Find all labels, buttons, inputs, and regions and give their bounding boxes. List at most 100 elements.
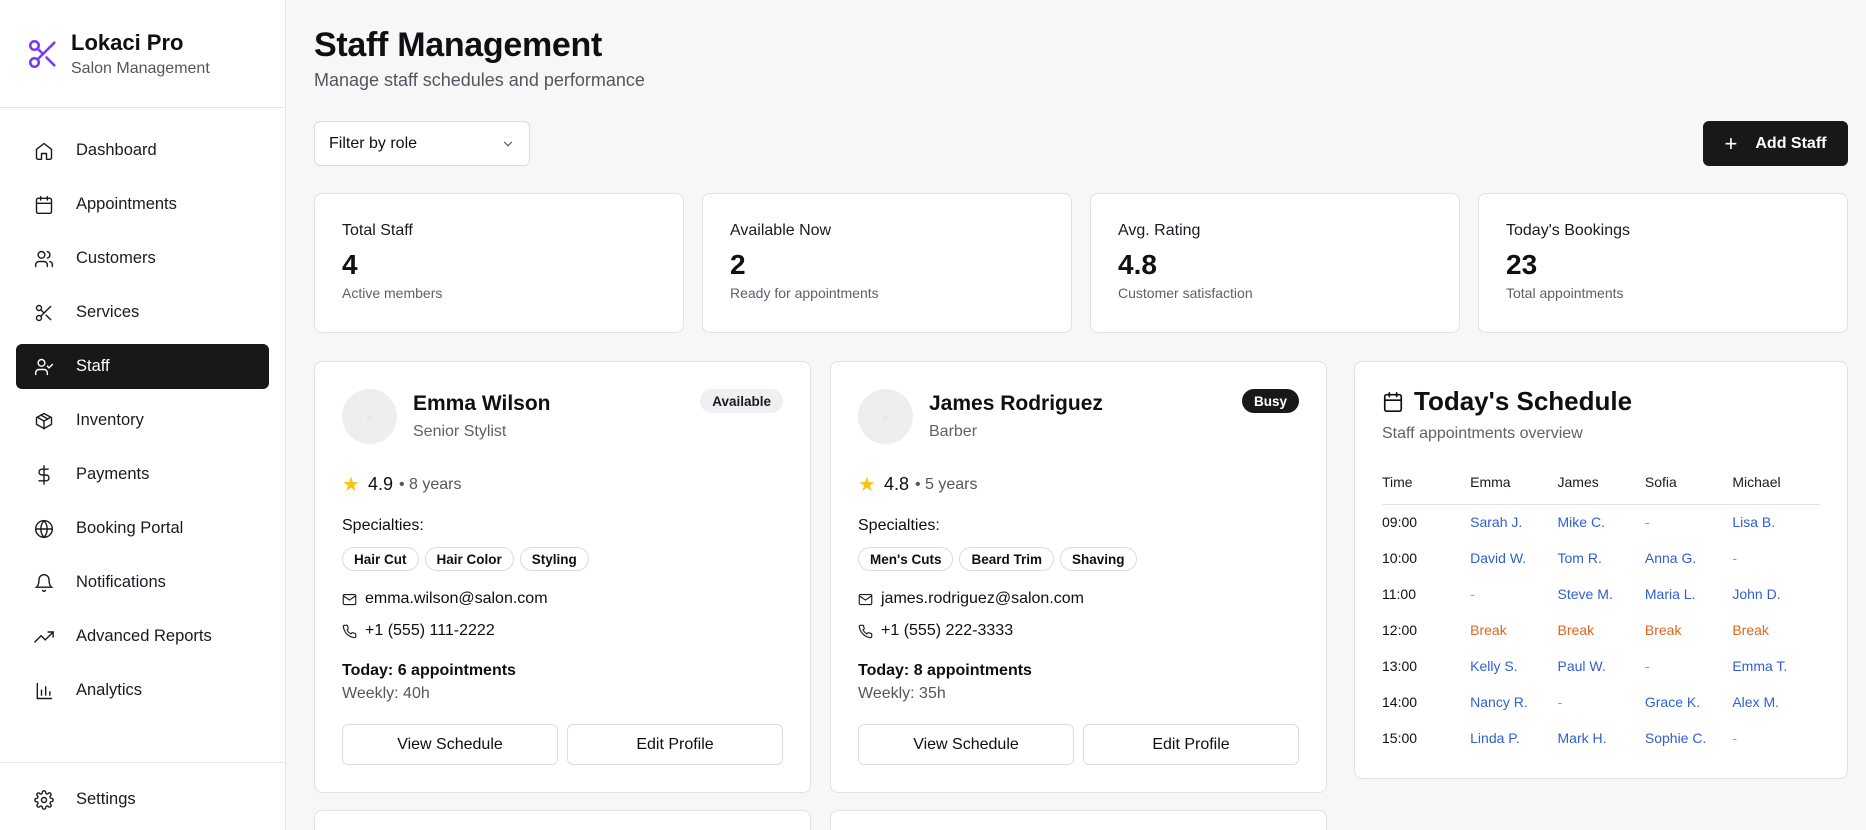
nav-label: Staff xyxy=(76,357,110,375)
nav-label: Settings xyxy=(76,790,136,808)
edit-profile-button[interactable]: Edit Profile xyxy=(1083,724,1299,765)
weekly-hours: Weekly: 40h xyxy=(342,685,430,702)
empty-slot: - xyxy=(1732,550,1738,566)
brand-subtitle: Salon Management xyxy=(71,59,210,77)
appointment-slot[interactable]: Alex M. xyxy=(1732,684,1820,720)
view-schedule-button[interactable]: View Schedule xyxy=(858,724,1074,765)
column-header: Time xyxy=(1382,472,1471,505)
stat-value: 2 xyxy=(730,249,746,280)
users-icon xyxy=(34,250,54,267)
email-text: james.rodriguez@salon.com xyxy=(881,590,1084,607)
appointment-slot[interactable]: Nancy R. xyxy=(1470,684,1557,720)
stat-value: 4.8 xyxy=(1118,249,1157,280)
appointment-slot[interactable]: John D. xyxy=(1732,576,1820,612)
stat-card-total-staff: Total Staff 4 Active members xyxy=(314,193,684,333)
nav-item-inventory[interactable]: Inventory xyxy=(16,398,269,443)
bell-icon xyxy=(34,573,54,592)
schedule-subtitle: Staff appointments overview xyxy=(1382,425,1583,442)
appointment-slot[interactable]: Sarah J. xyxy=(1470,504,1557,540)
empty-slot: - xyxy=(1470,586,1475,602)
nav-item-advanced-reports[interactable]: Advanced Reports xyxy=(16,614,269,659)
nav-item-staff[interactable]: Staff xyxy=(16,344,269,389)
appointment-slot[interactable]: Kelly S. xyxy=(1470,648,1557,684)
sidebar-footer: Settings xyxy=(0,762,285,830)
staff-phone: +1 (555) 222-3333 xyxy=(858,622,1013,640)
time-cell: 10:00 xyxy=(1382,550,1418,566)
nav-item-services[interactable]: Services xyxy=(16,290,269,335)
nav-label: Dashboard xyxy=(76,141,157,159)
appointment-slot[interactable]: Sophie C. xyxy=(1645,720,1732,756)
brand[interactable]: Lokaci Pro Salon Management xyxy=(0,0,285,108)
rating-value: 4.8 xyxy=(883,474,909,494)
filter-label: Filter by role xyxy=(329,134,418,152)
main-nav: Dashboard Appointments Customers Service… xyxy=(0,108,285,713)
appointment-slot[interactable]: Anna G. xyxy=(1645,540,1732,576)
nav-item-appointments[interactable]: Appointments xyxy=(16,182,269,227)
stat-note: Total appointments xyxy=(1506,285,1624,301)
phone-text: +1 (555) 111-2222 xyxy=(365,622,495,639)
nav-item-customers[interactable]: Customers xyxy=(16,236,269,281)
plus-icon: + xyxy=(1724,130,1738,156)
appointment-slot[interactable]: Tom R. xyxy=(1558,540,1645,576)
sidebar: Lokaci Pro Salon Management Dashboard Ap… xyxy=(0,0,286,830)
appointment-slot[interactable]: Mark H. xyxy=(1558,720,1645,756)
specialties-list: Men's Cuts Beard Trim Shaving xyxy=(858,547,1137,571)
time-cell: 15:00 xyxy=(1382,730,1418,746)
time-cell: 11:00 xyxy=(1382,586,1416,602)
nav-label: Advanced Reports xyxy=(76,627,212,645)
appointment-slot[interactable]: Steve M. xyxy=(1558,576,1645,612)
nav-label: Customers xyxy=(76,249,156,267)
todays-schedule-card: Today's Schedule Staff appointments over… xyxy=(1354,361,1848,779)
nav-label: Services xyxy=(76,303,140,321)
stat-note: Customer satisfaction xyxy=(1118,285,1253,301)
role-filter-select[interactable]: Filter by role xyxy=(314,121,530,166)
calendar-icon xyxy=(35,195,53,214)
empty-slot: - xyxy=(1644,514,1650,531)
appointment-slot[interactable]: Mike C. xyxy=(1558,504,1645,540)
table-row: 14:00 Nancy R. - Grace K. Alex M. xyxy=(1382,684,1820,720)
brand-title: Lokaci Pro xyxy=(71,29,184,55)
stat-label: Today's Bookings xyxy=(1506,222,1631,239)
star-icon: ★ xyxy=(858,474,876,496)
edit-profile-button[interactable]: Edit Profile xyxy=(567,724,783,765)
specialties-label: Specialties: xyxy=(858,517,940,534)
phone-icon xyxy=(858,624,873,638)
column-header: James xyxy=(1557,472,1645,505)
view-schedule-button[interactable]: View Schedule xyxy=(342,724,558,765)
specialty-tag: Shaving xyxy=(1060,547,1137,571)
time-cell: 14:00 xyxy=(1382,694,1418,710)
staff-card-partial xyxy=(314,810,811,830)
schedule-title: Today's Schedule xyxy=(1382,386,1632,417)
globe-icon xyxy=(34,519,54,538)
appointment-slot[interactable]: Paul W. xyxy=(1558,648,1645,684)
staff-email: emma.wilson@salon.com xyxy=(342,590,548,608)
time-cell: 09:00 xyxy=(1382,514,1418,531)
nav-label: Appointments xyxy=(76,195,177,213)
appointment-slot[interactable]: Emma T. xyxy=(1732,648,1820,684)
appointment-slot[interactable]: Linda P. xyxy=(1470,720,1557,756)
nav-item-analytics[interactable]: Analytics xyxy=(16,668,269,713)
column-header: Sofia xyxy=(1644,472,1733,505)
calendar-icon xyxy=(1383,391,1403,412)
table-row: 10:00 David W. Tom R. Anna G. - xyxy=(1382,540,1820,576)
appointment-slot[interactable]: David W. xyxy=(1470,540,1557,576)
specialties-label: Specialties: xyxy=(342,517,424,534)
appointment-slot[interactable]: Lisa B. xyxy=(1732,504,1820,540)
add-staff-button[interactable]: + Add Staff xyxy=(1703,121,1848,166)
experience: • 8 years xyxy=(398,475,462,493)
break-slot: Break xyxy=(1732,622,1769,638)
appointment-slot[interactable]: Grace K. xyxy=(1645,684,1732,720)
today-appointments: Today: 8 appointments xyxy=(858,662,1032,679)
nav-label: Payments xyxy=(76,465,150,483)
nav-item-payments[interactable]: Payments xyxy=(16,452,269,497)
nav-item-booking-portal[interactable]: Booking Portal xyxy=(16,506,269,551)
stat-label: Avg. Rating xyxy=(1118,222,1201,239)
home-icon xyxy=(35,142,53,160)
staff-role: Barber xyxy=(929,423,978,440)
avatar: ○ xyxy=(342,389,397,444)
phone-text: +1 (555) 222-3333 xyxy=(881,622,1014,639)
nav-item-settings[interactable]: Settings xyxy=(16,777,269,822)
appointment-slot[interactable]: Maria L. xyxy=(1645,576,1732,612)
nav-item-notifications[interactable]: Notifications xyxy=(16,560,269,605)
nav-item-dashboard[interactable]: Dashboard xyxy=(16,128,269,173)
